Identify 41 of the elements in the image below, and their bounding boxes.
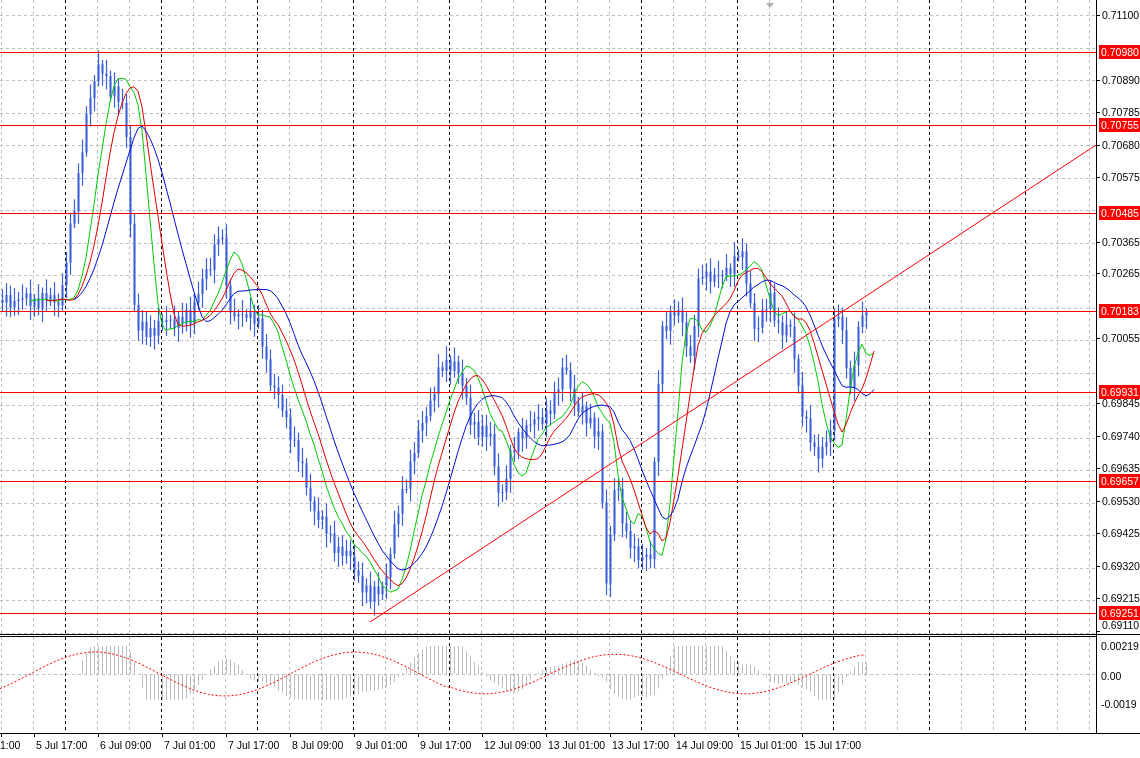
time-axis-label: 9 Jul 17:00 bbox=[420, 739, 472, 751]
time-axis-label: 12 Jul 09:00 bbox=[484, 739, 542, 751]
time-axis-label: 13 Jul 17:00 bbox=[612, 739, 670, 751]
price-level-label: 0.70755 bbox=[1099, 118, 1140, 132]
time-axis-label: 8 Jul 09:00 bbox=[292, 739, 344, 751]
price-level-label: 0.70485 bbox=[1099, 206, 1140, 220]
price-axis-label: 0.70680 bbox=[1102, 139, 1140, 151]
price-level-label: 0.69931 bbox=[1099, 385, 1140, 399]
price-axis-label: 0.69320 bbox=[1102, 559, 1140, 572]
indicator-axis-label: 0.00 bbox=[1101, 670, 1122, 682]
price-axis-label: 0.69530 bbox=[1102, 494, 1140, 507]
time-axis-label: 14 Jul 09:00 bbox=[676, 739, 734, 751]
price-axis-label: 0.70575 bbox=[1102, 171, 1140, 184]
time-axis-label: 6 Jul 09:00 bbox=[100, 739, 152, 751]
time-axis-label: 1:00 bbox=[0, 739, 21, 751]
time-axis-label: 15 Jul 01:00 bbox=[740, 739, 798, 751]
price-axis-label: 0.70785 bbox=[1102, 106, 1140, 119]
price-axis-label: 0.69635 bbox=[1102, 462, 1140, 475]
price-level-label: 0.69251 bbox=[1099, 606, 1140, 620]
price-level-label: 0.70183 bbox=[1099, 304, 1140, 318]
indicator-axis-label: -0.0019 bbox=[1101, 698, 1137, 710]
price-axis-label: 0.70265 bbox=[1102, 267, 1140, 280]
price-axis-label: 0.70055 bbox=[1102, 332, 1140, 345]
price-axis-label: 0.69425 bbox=[1102, 527, 1140, 540]
price-axis-label: 0.71100 bbox=[1102, 9, 1140, 21]
time-axis-label: 15 Jul 17:00 bbox=[804, 739, 862, 751]
time-axis-label: 7 Jul 17:00 bbox=[228, 739, 280, 751]
price-axis-label: 0.69845 bbox=[1102, 397, 1140, 410]
shift-marker-icon[interactable] bbox=[766, 3, 774, 8]
price-level-label: 0.70980 bbox=[1099, 45, 1140, 59]
price-axis-label: 0.70890 bbox=[1102, 74, 1140, 86]
price-axis-label: 0.69740 bbox=[1102, 429, 1140, 442]
price-axis-label: 0.69110 bbox=[1102, 619, 1140, 631]
price-level-label: 0.69657 bbox=[1099, 474, 1140, 488]
indicator-axis-label: 0.00219 bbox=[1101, 640, 1139, 652]
time-axis-label: 5 Jul 17:00 bbox=[36, 739, 88, 751]
time-axis-label: 13 Jul 01:00 bbox=[548, 739, 606, 751]
time-axis-label: 7 Jul 01:00 bbox=[164, 739, 216, 751]
price-axis-label: 0.70365 bbox=[1102, 236, 1140, 249]
price-axis-label: 0.69215 bbox=[1102, 592, 1140, 605]
time-axis-label: 9 Jul 01:00 bbox=[356, 739, 408, 751]
